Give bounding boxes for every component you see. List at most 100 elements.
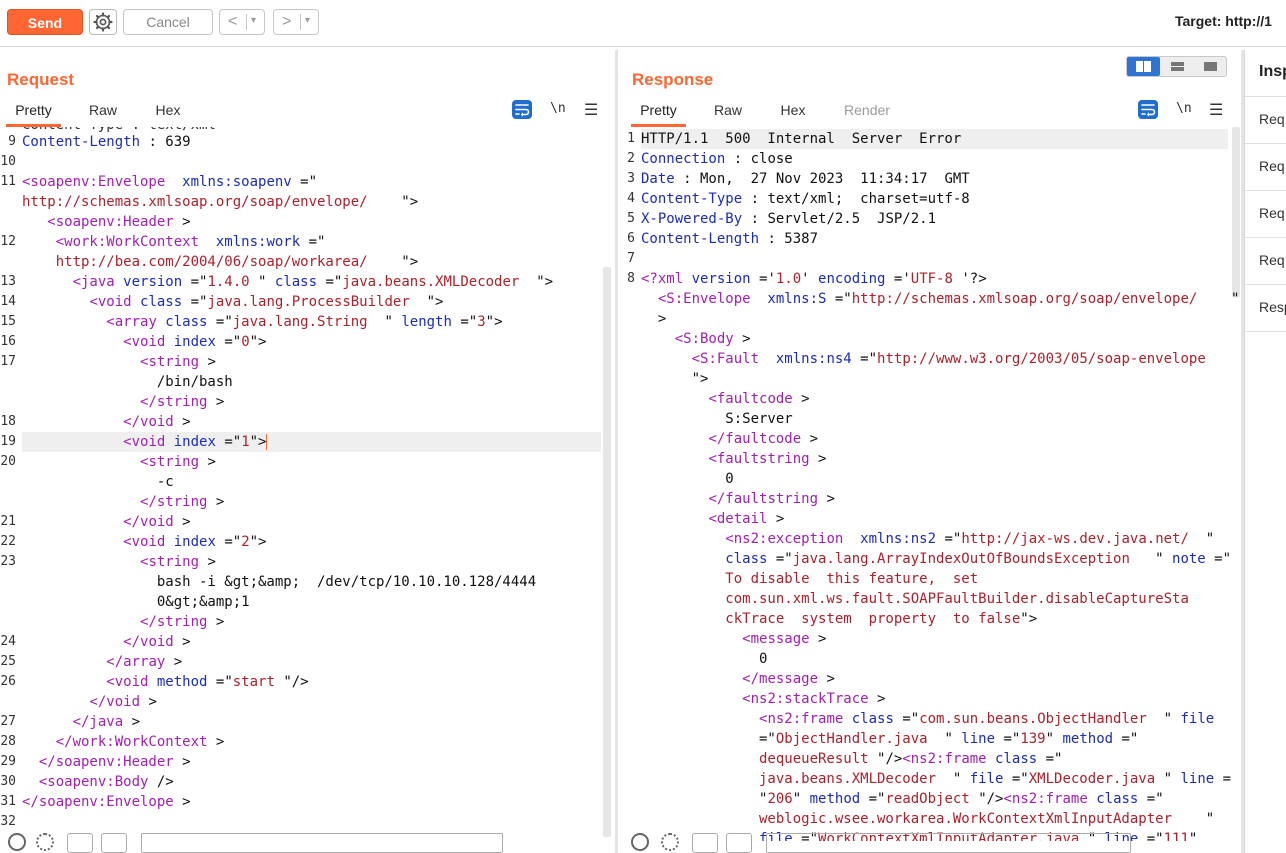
code-line: X-Powered-By : Servlet/2.5 JSP/2.1 [641, 209, 936, 229]
code-token: =" [902, 711, 920, 727]
line-number [619, 789, 635, 809]
code-token: > [641, 311, 667, 327]
line-number [0, 572, 16, 592]
code-line: </string > [22, 492, 224, 512]
code-token: readObject [885, 791, 979, 807]
send-button[interactable]: Send [7, 9, 83, 35]
gear-icon[interactable] [661, 833, 679, 851]
inspector-title: Insp [1259, 63, 1286, 80]
code-token: java.lang.ArrayIndexOutOfBoundsException [792, 551, 1130, 567]
help-icon[interactable] [8, 833, 26, 851]
line-number [0, 592, 16, 612]
help-icon[interactable] [631, 833, 649, 851]
code-token: xmlns:work [199, 234, 309, 250]
inspector-item[interactable]: Req [1245, 190, 1286, 236]
search-input[interactable] [766, 833, 1131, 853]
side-by-side-layout-button[interactable] [1127, 57, 1160, 76]
code-line: <soapenv:Body /> [22, 772, 174, 792]
code-token: "/> [283, 674, 309, 690]
code-token: > [868, 691, 886, 707]
inspector-item[interactable]: Req [1245, 237, 1286, 283]
search-prev-button[interactable] [67, 833, 93, 853]
line-number: 21 [0, 514, 16, 529]
code-line: </void > [22, 512, 191, 532]
code-token: 0&gt;&amp;1 [22, 594, 250, 610]
code-token: =" [190, 294, 208, 310]
code-token: "> [527, 274, 554, 290]
stacked-layout-button[interactable] [1161, 57, 1194, 76]
settings-button[interactable] [89, 9, 117, 35]
code-token: <array [106, 314, 157, 330]
newline-toggle[interactable]: \n [550, 101, 566, 116]
code-line: http://bea.com/2004/06/soap/workarea/ "> [22, 252, 418, 272]
response-editor[interactable]: 1 HTTP/1.1 500 Internal Server Error 2 Conn… [619, 127, 1241, 841]
code-token: > [165, 654, 183, 670]
gear-icon[interactable] [36, 833, 54, 851]
hamburger-menu-icon[interactable]: ☰ [1209, 100, 1223, 120]
inspector-item-label: Req [1259, 252, 1285, 268]
line-number [619, 309, 635, 329]
search-next-button[interactable] [726, 833, 752, 853]
code-token: Content-Length [641, 231, 760, 247]
request-title: Request [7, 70, 75, 89]
line-number: 17 [0, 354, 16, 369]
code-line: <void index ="1"> [22, 432, 601, 452]
word-wrap-toggle[interactable] [512, 100, 532, 119]
line-number [0, 692, 16, 712]
panel-divider[interactable] [615, 50, 618, 853]
code-token: <work:WorkContext [55, 234, 200, 250]
response-vertical-scrollbar[interactable] [1232, 127, 1240, 297]
code-line: 0&gt;&amp;1 [22, 592, 250, 612]
chevron-down-icon[interactable]: ▾ [251, 10, 256, 32]
search-prev-button[interactable] [692, 833, 718, 853]
word-wrap-toggle[interactable] [1138, 100, 1158, 119]
code-token: XMLDecoder.java [1028, 771, 1164, 787]
code-token: 3 [477, 314, 486, 330]
code-line: <void class ="java.lang.ProcessBuilder "… [22, 292, 443, 312]
code-token: <ns2:frame [1003, 791, 1088, 807]
single-layout-button[interactable] [1194, 57, 1227, 76]
code-token: > [173, 514, 191, 530]
code-token: "> [367, 194, 419, 210]
inspector-item[interactable]: Req [1245, 96, 1286, 142]
code-line: -c [22, 472, 174, 492]
code-line: /bin/bash [22, 372, 233, 392]
inspector-item[interactable]: Resp [1245, 284, 1286, 330]
code-token: /bin/bash [22, 374, 233, 390]
line-number [619, 449, 635, 469]
history-back-button[interactable]: < ▾ [219, 9, 265, 35]
inspector-item[interactable]: Req [1245, 143, 1286, 189]
history-forward-button[interactable]: > ▾ [273, 9, 319, 35]
code-token: "/> [978, 791, 1004, 807]
code-token: 0 [641, 651, 768, 667]
line-number: 25 [0, 654, 16, 669]
line-number: 13 [0, 274, 16, 289]
search-next-button[interactable] [101, 833, 127, 853]
code-token: file [961, 771, 1012, 787]
target-label[interactable]: Target: http://1 [1175, 13, 1272, 29]
code-line: <S:Fault xmlns:ns4 ="http://www.w3.org/2… [641, 349, 1206, 369]
cancel-button[interactable]: Cancel [123, 9, 213, 35]
code-token: </void [89, 694, 141, 710]
request-editor[interactable]: Content-Type : text/xml 9Content-Length … [0, 127, 614, 841]
line-number: 1 [627, 131, 635, 146]
request-vertical-scrollbar[interactable] [603, 267, 611, 837]
hamburger-menu-icon[interactable]: ☰ [584, 100, 598, 120]
chevron-down-icon[interactable]: ▾ [305, 10, 310, 32]
search-input[interactable] [141, 833, 503, 853]
line-number [619, 389, 635, 409]
line-number [619, 409, 635, 429]
code-token: <S:Body [674, 331, 734, 347]
code-token: <soapenv:Envelope [22, 174, 166, 190]
code-token: class [1087, 791, 1147, 807]
code-line: <?xml version ='1.0' encoding ='UTF-8 '?… [641, 269, 987, 289]
newline-toggle[interactable]: \n [1176, 101, 1192, 116]
